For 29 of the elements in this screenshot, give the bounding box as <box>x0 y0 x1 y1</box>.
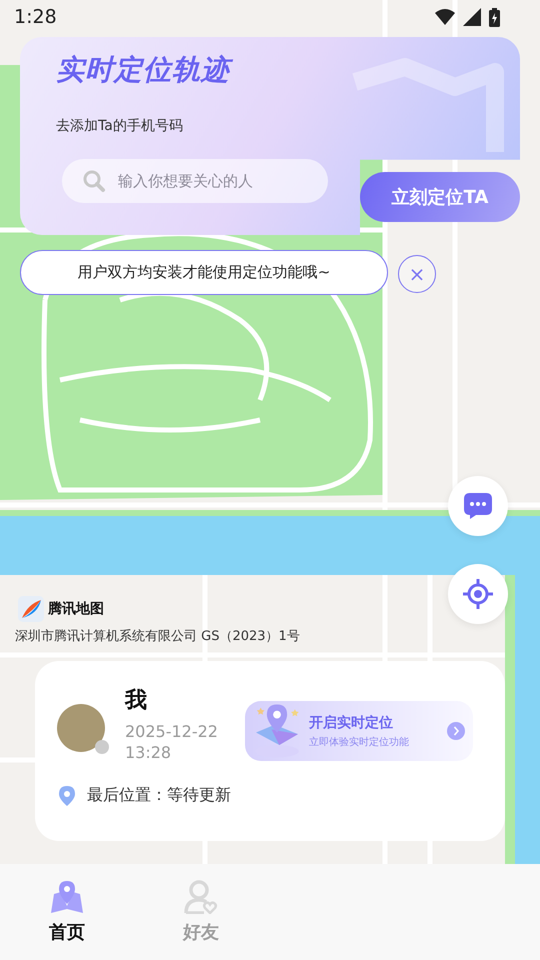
signal-icon <box>463 8 481 26</box>
map-logo-icon <box>18 596 44 622</box>
promo-subtitle: 立即体验实时定位功能 <box>309 736 409 748</box>
map-attribution: 深圳市腾讯计算机系统有限公司 GS（2023）1号 <box>15 628 300 645</box>
update-time: 2025-12-22 13:28 <box>125 721 219 763</box>
card-subtitle: 去添加Ta的手机号码 <box>56 117 184 135</box>
close-button[interactable]: × <box>398 255 436 293</box>
location-pin-icon <box>59 786 75 806</box>
person-heart-icon <box>184 880 218 914</box>
battery-icon <box>489 8 500 26</box>
search-field[interactable]: 输入你想要关心的人 <box>62 159 328 203</box>
map-pin-icon <box>50 880 84 914</box>
last-location-text: 最后位置：等待更新 <box>87 785 231 806</box>
tab[interactable]: 好友 <box>134 864 268 960</box>
avatar-placeholder <box>57 704 105 752</box>
promo-banner[interactable]: 开启实时定位 立即体验实时定位功能 <box>245 701 473 761</box>
locate-button[interactable]: 立刻定位TA <box>360 172 520 222</box>
promo-title: 开启实时定位 <box>309 714 393 732</box>
wifi-icon <box>435 9 455 25</box>
tab[interactable]: 首页 <box>0 864 134 960</box>
search-icon <box>82 169 106 193</box>
chevron-right-icon <box>447 722 465 740</box>
card-title: 实时定位轨迹 <box>56 51 484 89</box>
map-logo-text: 腾讯地图 <box>48 600 104 618</box>
status-time: 1:28 <box>14 6 57 28</box>
crosshair-icon <box>463 579 493 609</box>
user-name: 我 <box>125 687 148 715</box>
chat-icon <box>464 493 492 519</box>
notice-text: 用户双方均安装才能使用定位功能哦~ <box>78 263 330 282</box>
